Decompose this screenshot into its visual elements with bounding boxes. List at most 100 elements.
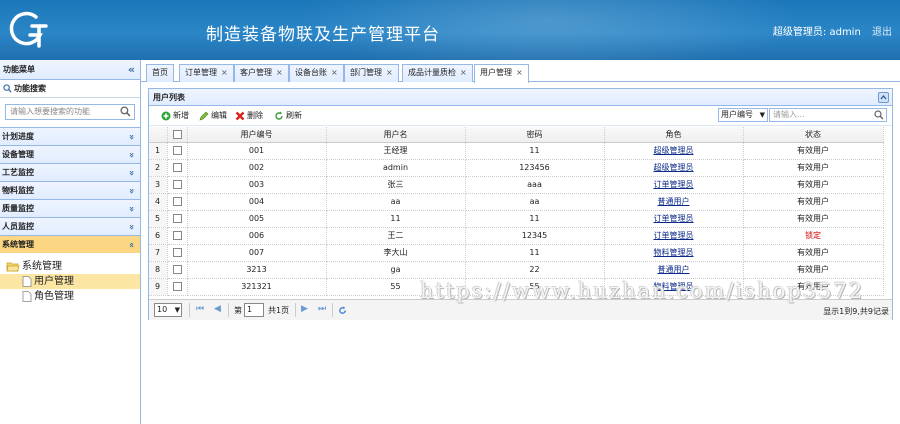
- refresh-button[interactable]: 刷新: [274, 109, 302, 123]
- menu-section-plan[interactable]: 计划进度 »: [0, 127, 140, 145]
- column-header-role[interactable]: 角色: [604, 127, 744, 143]
- tab-equipment-ledger[interactable]: 设备台账 ×: [289, 64, 344, 82]
- row-checkbox[interactable]: [167, 210, 188, 228]
- cell-username: 张三: [326, 176, 466, 194]
- role-link[interactable]: 订单管理员: [654, 231, 694, 240]
- last-page-icon[interactable]: ⏭: [318, 304, 326, 314]
- edit-button-label: 编辑: [211, 111, 227, 120]
- tab-departments[interactable]: 部门管理 ×: [344, 64, 399, 82]
- collapse-sidebar-icon[interactable]: «: [128, 60, 135, 80]
- table-row[interactable]: 7 007 李大山 11 物料管理员 有效用户: [149, 244, 884, 262]
- row-number: 5: [149, 210, 168, 228]
- close-icon[interactable]: ×: [516, 68, 523, 77]
- column-header-password[interactable]: 密码: [465, 127, 605, 143]
- role-link[interactable]: 普通用户: [658, 197, 690, 206]
- menu-section-material[interactable]: 物料监控 »: [0, 181, 140, 199]
- file-icon: [22, 290, 32, 302]
- first-page-icon[interactable]: ⏮: [196, 304, 204, 314]
- prev-page-icon[interactable]: ◀: [214, 304, 221, 314]
- role-link[interactable]: 超级管理员: [654, 163, 694, 172]
- close-icon[interactable]: ×: [276, 68, 283, 77]
- sidebar: 功能菜单 « 功能搜索 请输入想要搜索的功能 计划进度 » 设备管理 » 工艺监控 »…: [0, 60, 141, 424]
- checkbox[interactable]: [172, 248, 182, 257]
- row-checkbox[interactable]: [167, 244, 188, 262]
- add-button[interactable]: 新增: [161, 109, 189, 123]
- function-search-input[interactable]: 请输入想要搜索的功能: [5, 104, 135, 120]
- tab-label: 首页: [152, 68, 168, 77]
- menu-section-equipment[interactable]: 设备管理 »: [0, 145, 140, 163]
- row-checkbox[interactable]: [167, 227, 188, 245]
- tab-user-management[interactable]: 用户管理 ×: [474, 64, 529, 83]
- keyword-search-input[interactable]: 请输入...: [769, 108, 887, 122]
- next-page-icon[interactable]: ▶: [301, 304, 308, 314]
- table-row[interactable]: 8 3213 ga 22 普通用户 有效用户: [149, 261, 884, 279]
- close-icon[interactable]: ×: [331, 68, 338, 77]
- search-icon[interactable]: [874, 110, 884, 120]
- tab-home[interactable]: 首页: [146, 64, 174, 82]
- tree-item-role-management[interactable]: 角色管理: [0, 289, 140, 304]
- cell-password: 12345: [465, 227, 605, 245]
- row-number: 3: [149, 176, 168, 194]
- checkbox[interactable]: [172, 282, 182, 291]
- panel-title: 用户列表: [153, 93, 185, 102]
- menu-section-label: 工艺监控: [2, 168, 34, 177]
- edit-button[interactable]: 编辑: [199, 109, 227, 123]
- menu-section-process[interactable]: 工艺监控 »: [0, 163, 140, 181]
- tree-item-user-management[interactable]: 用户管理: [0, 274, 140, 289]
- close-icon[interactable]: ×: [221, 68, 228, 77]
- select-all-checkbox[interactable]: [167, 127, 188, 143]
- tab-bar: 首页 订单管理 × 客户管理 × 设备台账 × 部门管理 × 成品计量质检 × 用户管理 ×: [141, 60, 900, 83]
- user-area: 超级管理员: admin 退出: [773, 23, 892, 38]
- role-link[interactable]: 订单管理员: [654, 180, 694, 189]
- checkbox[interactable]: [172, 146, 182, 155]
- cell-status: 有效用户: [743, 142, 884, 160]
- row-checkbox[interactable]: [167, 278, 188, 296]
- search-field-select[interactable]: 用户编号 ▼: [718, 108, 768, 122]
- table-row[interactable]: 5 005 11 11 订单管理员 有效用户: [149, 210, 884, 228]
- checkbox[interactable]: [172, 163, 182, 172]
- checkbox[interactable]: [172, 180, 182, 189]
- menu-section-personnel[interactable]: 人员监控 »: [0, 217, 140, 235]
- panel-header: 用户列表: [149, 89, 892, 106]
- role-link[interactable]: 普通用户: [658, 265, 690, 274]
- cell-username: 王经理: [326, 142, 466, 160]
- tab-orders[interactable]: 订单管理 ×: [179, 64, 234, 82]
- checkbox[interactable]: [172, 197, 182, 206]
- delete-button[interactable]: 删除: [235, 109, 263, 123]
- close-icon[interactable]: ×: [386, 68, 393, 77]
- current-page-input[interactable]: 1: [244, 303, 264, 317]
- table-row[interactable]: 4 004 aa aa 普通用户 有效用户: [149, 193, 884, 211]
- column-header-username[interactable]: 用户名: [326, 127, 466, 143]
- row-checkbox[interactable]: [167, 261, 188, 279]
- tab-product-qc[interactable]: 成品计量质检 ×: [402, 64, 473, 82]
- role-link[interactable]: 订单管理员: [654, 214, 694, 223]
- row-checkbox[interactable]: [167, 176, 188, 194]
- search-icon[interactable]: [120, 106, 131, 117]
- table-row[interactable]: 6 006 王二 12345 订单管理员 锁定: [149, 227, 884, 245]
- checkbox[interactable]: [172, 231, 182, 240]
- checkbox[interactable]: [172, 265, 182, 274]
- row-checkbox[interactable]: [167, 142, 188, 160]
- role-link[interactable]: 超级管理员: [654, 146, 694, 155]
- close-icon[interactable]: ×: [460, 68, 467, 77]
- cell-user-id: 006: [187, 227, 327, 245]
- column-header-status[interactable]: 状态: [743, 127, 884, 143]
- role-link[interactable]: 物料管理员: [654, 248, 694, 257]
- menu-section-quality[interactable]: 质量监控 »: [0, 199, 140, 217]
- cell-password: 11: [465, 244, 605, 262]
- checkbox[interactable]: [172, 214, 182, 223]
- reload-icon[interactable]: [338, 306, 347, 315]
- tree-root-system[interactable]: 系统管理: [0, 259, 140, 274]
- table-row[interactable]: 1 001 王经理 11 超级管理员 有效用户: [149, 142, 884, 160]
- tab-customers[interactable]: 客户管理 ×: [234, 64, 289, 82]
- table-row[interactable]: 2 002 admin 123456 超级管理员 有效用户: [149, 159, 884, 177]
- column-header-user-id[interactable]: 用户编号: [187, 127, 327, 143]
- row-checkbox[interactable]: [167, 159, 188, 177]
- table-row[interactable]: 3 003 张三 aaa 订单管理员 有效用户: [149, 176, 884, 194]
- logout-link[interactable]: 退出: [872, 27, 892, 38]
- app-header: 制造装备物联及生产管理平台 超级管理员: admin 退出: [0, 0, 900, 60]
- menu-section-system[interactable]: 系统管理 «: [0, 235, 140, 253]
- collapse-panel-icon[interactable]: [878, 92, 889, 103]
- page-size-select[interactable]: 10 ▼: [154, 303, 182, 317]
- row-checkbox[interactable]: [167, 193, 188, 211]
